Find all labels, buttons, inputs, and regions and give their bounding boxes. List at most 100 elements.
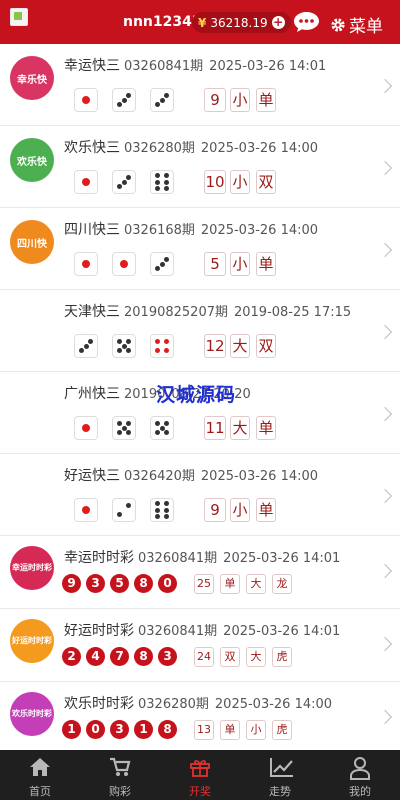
- result-parity: 单: [256, 498, 276, 522]
- tab-label: 我的: [349, 785, 371, 798]
- draw-time: 2025-03-26 14:00: [200, 141, 319, 156]
- result-sum: 13: [194, 720, 214, 740]
- lottery-row[interactable]: 好运快三 0326420期 2025-03-26 14:00 9 小单: [0, 454, 400, 536]
- logo-image[interactable]: [10, 8, 28, 26]
- tab-home[interactable]: 首页: [0, 750, 80, 800]
- chat-icon[interactable]: [293, 11, 320, 33]
- lottery-badge-logo: 幸运时时彩: [10, 546, 54, 590]
- badge-text: 好运时时彩: [12, 636, 52, 645]
- badge-text: 欢乐时时彩: [12, 709, 52, 718]
- lottery-title-line: 好运快三 0326420期 2025-03-26 14:00: [64, 465, 318, 485]
- number-ball: 3: [158, 647, 177, 666]
- dice-face-1: [74, 498, 98, 522]
- home-icon: [30, 758, 50, 776]
- tab-mine[interactable]: 我的: [320, 750, 400, 800]
- menu-button[interactable]: 菜单: [330, 12, 383, 37]
- issue-number: 0326420期: [124, 469, 195, 484]
- number-ball: 8: [158, 720, 177, 739]
- badge-text: 四川快: [17, 239, 47, 250]
- result-size: 小: [230, 88, 250, 112]
- lottery-row[interactable]: 天津快三 20190825207期 2019-08-25 17:15 12 大双: [0, 290, 400, 372]
- ssc-row[interactable]: 欢乐时时彩 欢乐时时彩 0326280期 2025-03-26 14:00 1 0 3 1 8 1…: [0, 682, 400, 755]
- result-dragon: 虎: [272, 720, 292, 740]
- result-parity: 双: [256, 334, 276, 358]
- dice-face-1: [74, 416, 98, 440]
- chevron-right-icon[interactable]: [377, 242, 393, 258]
- number-ball: 8: [134, 574, 153, 593]
- lottery-badge-logo: 好运时时彩: [10, 619, 54, 663]
- top-bar: nnn123456 ¥ 36218.19 + 菜单: [0, 0, 400, 44]
- tab-label: 首页: [29, 785, 51, 798]
- lottery-row[interactable]: 幸乐快 幸运快三 03260841期 2025-03-26 14:01 9 小单: [0, 44, 400, 126]
- dice-face-3: [150, 252, 174, 276]
- trend-icon: [270, 758, 293, 777]
- chevron-right-icon[interactable]: [377, 78, 393, 94]
- tab-buy[interactable]: 购彩: [80, 750, 160, 800]
- result-sum: 25: [194, 574, 214, 594]
- balance-badge[interactable]: ¥ 36218.19 +: [192, 12, 291, 33]
- draw-time: 2025-03-26 14:01: [223, 624, 341, 639]
- issue-number: 03260841期: [138, 551, 218, 566]
- number-ball: 0: [86, 720, 105, 739]
- chevron-right-icon[interactable]: [377, 160, 393, 176]
- result-parity: 单: [256, 88, 276, 112]
- lottery-row[interactable]: 欢乐快 欢乐快三 0326280期 2025-03-26 14:00 10 小双: [0, 126, 400, 208]
- chevron-right-icon[interactable]: [377, 406, 393, 422]
- result-size: 小: [230, 252, 250, 276]
- result-dragon: 龙: [272, 574, 292, 594]
- issue-number: 03260841期: [138, 624, 218, 639]
- lottery-badge-logo: 四川快: [10, 220, 54, 264]
- draw-time: 2025-03-26 14:01: [209, 59, 327, 74]
- lottery-badge-logo: 欢乐快: [10, 138, 54, 182]
- add-funds-icon[interactable]: +: [271, 16, 285, 29]
- chevron-right-icon[interactable]: [377, 488, 393, 504]
- draw-time: 2025-03-26 14:00: [200, 223, 319, 238]
- lottery-title-line: 欢乐快三 0326280期 2025-03-26 14:00: [64, 137, 318, 157]
- ssc-row[interactable]: 好运时时彩 好运时时彩 03260841期 2025-03-26 14:01 2 4 7 8 3…: [0, 609, 400, 682]
- result-sum: 9: [204, 88, 226, 112]
- dice-face-3: [150, 88, 174, 112]
- result-size: 小: [230, 498, 250, 522]
- dice-face-5: [112, 334, 136, 358]
- dice-face-4: [150, 334, 174, 358]
- lottery-name: 幸运快三: [64, 58, 120, 74]
- result-parity: 单: [220, 574, 240, 594]
- dice-face-1: [112, 252, 136, 276]
- lottery-row[interactable]: 四川快 四川快三 0326168期 2025-03-26 14:00 5 小单: [0, 208, 400, 290]
- cart-icon: [110, 757, 131, 776]
- number-ball: 7: [110, 647, 129, 666]
- result-size: 小: [230, 170, 250, 194]
- issue-number: 0326280期: [124, 141, 195, 156]
- bottom-tab-bar: 首页 购彩 开奖 走势 我的: [0, 750, 400, 800]
- dice-face-6: [150, 498, 174, 522]
- lottery-name: 四川快三: [64, 222, 120, 238]
- tab-label: 走势: [269, 785, 291, 798]
- dice-face-3: [112, 170, 136, 194]
- ssc-row[interactable]: 幸运时时彩 幸运时时彩 03260841期 2025-03-26 14:01 9 3 5 8 0…: [0, 536, 400, 609]
- tab-results[interactable]: 开奖: [160, 750, 240, 800]
- lottery-title-line: 欢乐时时彩 0326280期 2025-03-26 14:00: [64, 693, 332, 713]
- dice-face-1: [74, 88, 98, 112]
- chevron-right-icon[interactable]: [377, 709, 393, 725]
- chevron-right-icon[interactable]: [377, 636, 393, 652]
- lottery-name: 幸运时时彩: [64, 550, 134, 566]
- result-size: 大: [246, 647, 266, 667]
- number-ball: 0: [158, 574, 177, 593]
- lottery-name: 广州快三: [64, 386, 120, 402]
- tab-trend[interactable]: 走势: [240, 750, 320, 800]
- result-sum: 5: [204, 252, 226, 276]
- watermark-text: 汉城源码: [156, 384, 237, 406]
- lottery-name: 欢乐时时彩: [64, 696, 134, 712]
- dice-face-1: [74, 252, 98, 276]
- result-size: 小: [246, 720, 266, 740]
- result-sum: 24: [194, 647, 214, 667]
- lottery-name: 欢乐快三: [64, 140, 120, 156]
- chevron-right-icon[interactable]: [377, 563, 393, 579]
- tab-label: 购彩: [109, 785, 131, 798]
- chevron-right-icon[interactable]: [377, 324, 393, 340]
- badge-text: 欢乐快: [17, 157, 47, 168]
- result-sum: 10: [204, 170, 226, 194]
- lottery-badge-logo: 欢乐时时彩: [10, 692, 54, 736]
- result-size: 大: [230, 416, 250, 440]
- result-sum: 11: [204, 416, 226, 440]
